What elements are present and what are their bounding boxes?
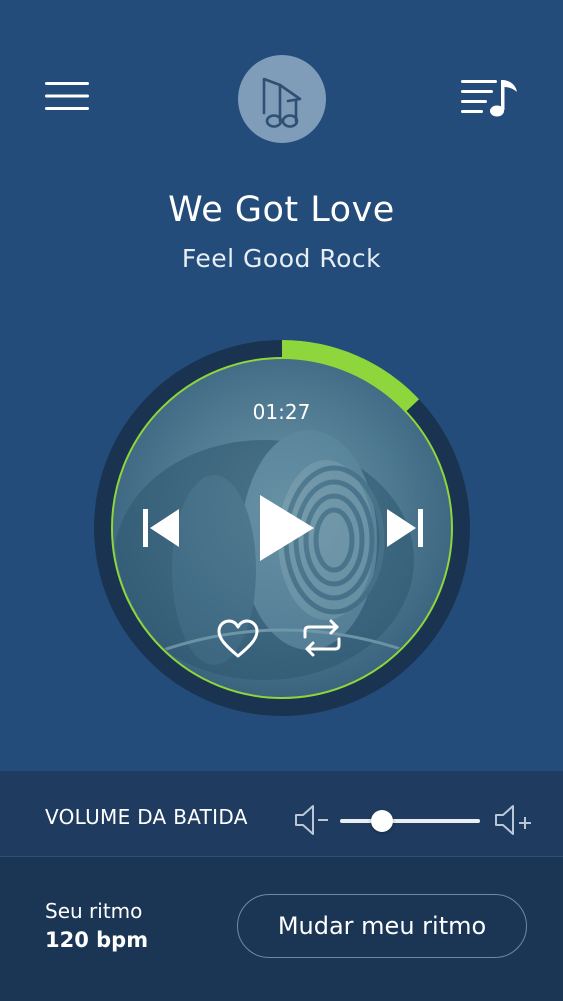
menu-button[interactable] xyxy=(40,74,94,118)
volume-slider-track xyxy=(340,819,480,823)
skip-previous-icon xyxy=(143,509,179,547)
elapsed-time: 01:27 xyxy=(252,400,311,424)
music-note-icon xyxy=(262,77,302,128)
next-button[interactable] xyxy=(380,502,430,554)
volume-up-button[interactable] xyxy=(490,798,538,842)
repeat-button[interactable] xyxy=(296,614,348,662)
play-icon xyxy=(260,495,314,561)
song-title: We Got Love xyxy=(168,190,395,230)
hamburger-menu-icon xyxy=(45,82,89,110)
repeat-icon xyxy=(303,619,341,657)
playlist-music-icon xyxy=(461,80,517,117)
volume-up-icon xyxy=(495,805,531,835)
skip-next-icon xyxy=(387,509,423,547)
rhythm-value: 120 bpm xyxy=(45,928,149,952)
volume-slider-thumb[interactable] xyxy=(370,810,393,832)
song-subtitle: Feel Good Rock xyxy=(181,244,382,273)
volume-down-button[interactable] xyxy=(290,798,334,842)
volume-label: VOLUME DA BATIDA xyxy=(45,805,248,829)
volume-slider[interactable] xyxy=(340,808,482,834)
favorite-button[interactable] xyxy=(212,615,264,663)
play-button[interactable] xyxy=(248,486,324,570)
change-rhythm-button[interactable]: Mudar meu ritmo xyxy=(237,894,527,958)
app-logo xyxy=(238,55,326,143)
heart-outline-icon xyxy=(217,619,259,658)
previous-button[interactable] xyxy=(136,502,186,554)
volume-down-icon xyxy=(295,805,328,835)
rhythm-label: Seu ritmo xyxy=(45,899,143,923)
playlist-button[interactable] xyxy=(456,72,526,124)
